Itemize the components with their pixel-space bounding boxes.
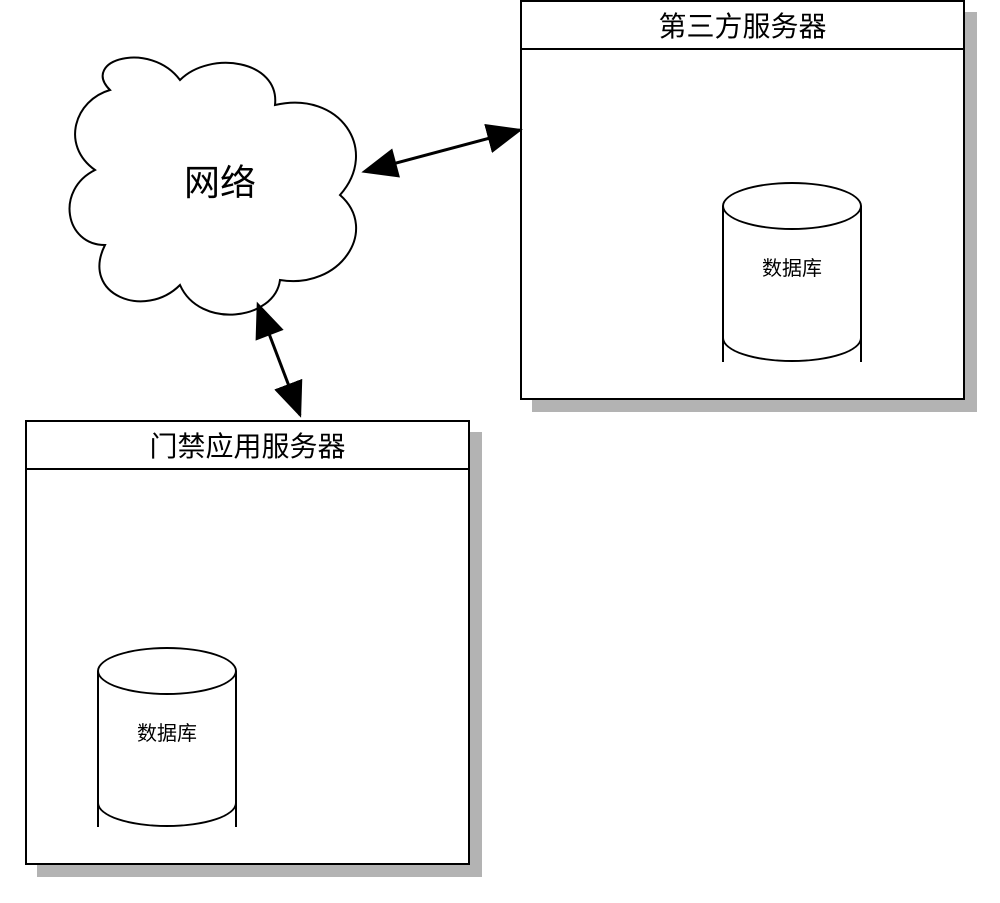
server-thirdparty: 第三方服务器 数据库 [520,0,965,400]
server-box: 门禁应用服务器 数据库 [25,420,470,865]
server-title: 第三方服务器 [522,2,963,50]
db-label: 数据库 [97,717,237,746]
server-title: 门禁应用服务器 [27,422,468,470]
db-label: 数据库 [722,252,862,281]
db-top [722,182,862,230]
db-bottom [722,314,862,362]
server-box: 第三方服务器 数据库 [520,0,965,400]
diagram-canvas: 网络 第三方服务器 数据库 门禁应用服务器 数据库 [0,0,1000,903]
server-access-application: 门禁应用服务器 数据库 [25,420,470,865]
database-cylinder: 数据库 [722,182,862,362]
db-top [97,647,237,695]
database-cylinder: 数据库 [97,647,237,827]
network-cloud: 网络 [50,30,390,330]
db-bottom [97,779,237,827]
